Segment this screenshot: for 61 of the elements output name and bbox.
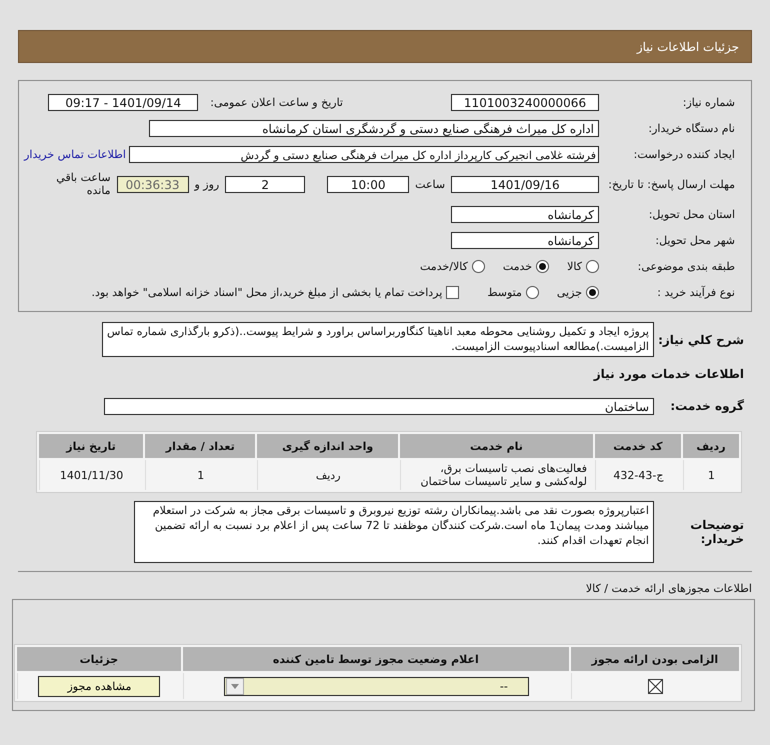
text-field[interactable]: ساختمان [104, 398, 654, 414]
text-field[interactable]: 1401/09/14 - 09:17 [48, 94, 198, 110]
field-label: شماره نیاز: [682, 96, 736, 108]
radio-button[interactable] [472, 260, 485, 272]
column-header: اعلام وضعیت مجوز توسط تامین کننده [182, 647, 569, 671]
text-field[interactable]: 1401/09/16 [451, 176, 599, 192]
notes-box: اعتبارپروژه بصورت نقد می باشد.پیمانکاران رشته توزیع نیروبرق و تاسیسات برقی مجاز به شرکت در استعلام میباشند ومدت پیمان1 ماه است.شرکت کنندگان موظفند تا 72 ساعت پس از اعلام برد نسبت به ارائه تضمین انجام تعهدات اقدام کنند. [134, 501, 654, 563]
column-header: تاریخ نیاز [39, 434, 144, 458]
status-dropdown[interactable]: -- [224, 676, 529, 696]
text-field[interactable]: کرمانشاه [451, 232, 599, 248]
checkbox[interactable] [446, 286, 460, 298]
text-field[interactable]: 2 [225, 176, 306, 192]
text-field[interactable]: فرشته غلامی انجیرکی کارپرداز اداره کل میراث فرهنگی صنایع دستی و گردش [129, 146, 599, 162]
field-label: کالا [567, 260, 582, 272]
table-cell: ج-43-432 [594, 460, 681, 490]
field-label: استان محل تحویل: [648, 208, 736, 220]
section-heading: اطلاعات خدمات مورد نیاز [592, 366, 745, 383]
field-label: خدمت [502, 260, 532, 272]
field-label: نام دستگاه خریدار: [647, 122, 736, 134]
column-header: جزئیات [17, 647, 181, 671]
field-label: طبقه بندی موضوعی: [636, 260, 736, 272]
column-header: تعداد / مقدار [145, 434, 256, 458]
field-label: تاریخ و ساعت اعلان عمومی: [210, 96, 344, 108]
view-permit-button[interactable]: مشاهده مجوز [38, 676, 160, 696]
table-cell: 1 [682, 460, 739, 490]
field-label: ساعت باقي مانده [55, 171, 111, 197]
text-field[interactable]: اداره کل میراث فرهنگی صنایع دستی و گردشگری استان کرمانشاه [149, 120, 599, 136]
field-label: ساعت [415, 178, 446, 190]
radio-button[interactable] [586, 260, 599, 272]
contact-link[interactable]: اطلاعات تماس خریدار [24, 148, 126, 160]
column-header: واحد اندازه گیری [257, 434, 398, 458]
column-header: کد خدمت [594, 434, 681, 458]
text-field[interactable]: 00:36:33 [116, 176, 189, 192]
column-header: الزامی بودن ارائه مجوز [570, 647, 739, 671]
radio-button[interactable] [526, 286, 539, 298]
field-label: متوسط [487, 286, 522, 298]
field-label: کالا/خدمت [420, 260, 468, 272]
text-field[interactable]: 1101003240000066 [451, 94, 599, 110]
field-label: مهلت ارسال پاسخ: تا تاریخ: [607, 178, 736, 190]
field-label: گروه خدمت: [669, 399, 745, 413]
field-label: روز و [194, 178, 220, 190]
field-label: توضیحات خریدار: [689, 518, 745, 546]
field-label: شرح کلي نياز: [657, 332, 745, 346]
table-cell: ردیف [257, 460, 398, 490]
radio-button[interactable] [536, 260, 550, 272]
text-field[interactable]: کرمانشاه [451, 206, 599, 222]
field-label: نوع فرآیند خرید : [656, 286, 736, 298]
radio-button[interactable] [586, 286, 599, 298]
field-label: پرداخت تمام یا بخشی از مبلغ خرید،از محل "اسناد خزانه اسلامی" خواهد بود. [92, 286, 442, 298]
field-label: ایجاد کننده درخواست: [632, 148, 736, 160]
text-field[interactable]: 10:00 [327, 176, 410, 192]
section-title: اطلاعات مجوزهای ارائه خدمت / کالا [584, 581, 753, 597]
field-label: شهر محل تحویل: [654, 234, 736, 246]
field-label: جزیی [556, 286, 582, 298]
page-title: جزئیات اطلاعات نیاز [636, 40, 739, 54]
table-cell: 1 [145, 460, 256, 490]
description-box: پروژه ایجاد و تکمیل روشنایی محوطه معبد اناهیتا کنگاوربراساس براورد و شرایط پیوست..(ذکرو بارگذاری شماره تماس الزامیست.)مطالعه اسنادپیوست الزامیست. [102, 322, 654, 357]
column-header: ردیف [682, 434, 739, 458]
table-cell: 1401/11/30 [39, 460, 144, 490]
table-cell: فعالیت‌های نصب تاسیسات برق، لوله‌کشی و سایر تاسیسات ساختمان [400, 460, 593, 490]
column-header: نام خدمت [400, 434, 593, 458]
